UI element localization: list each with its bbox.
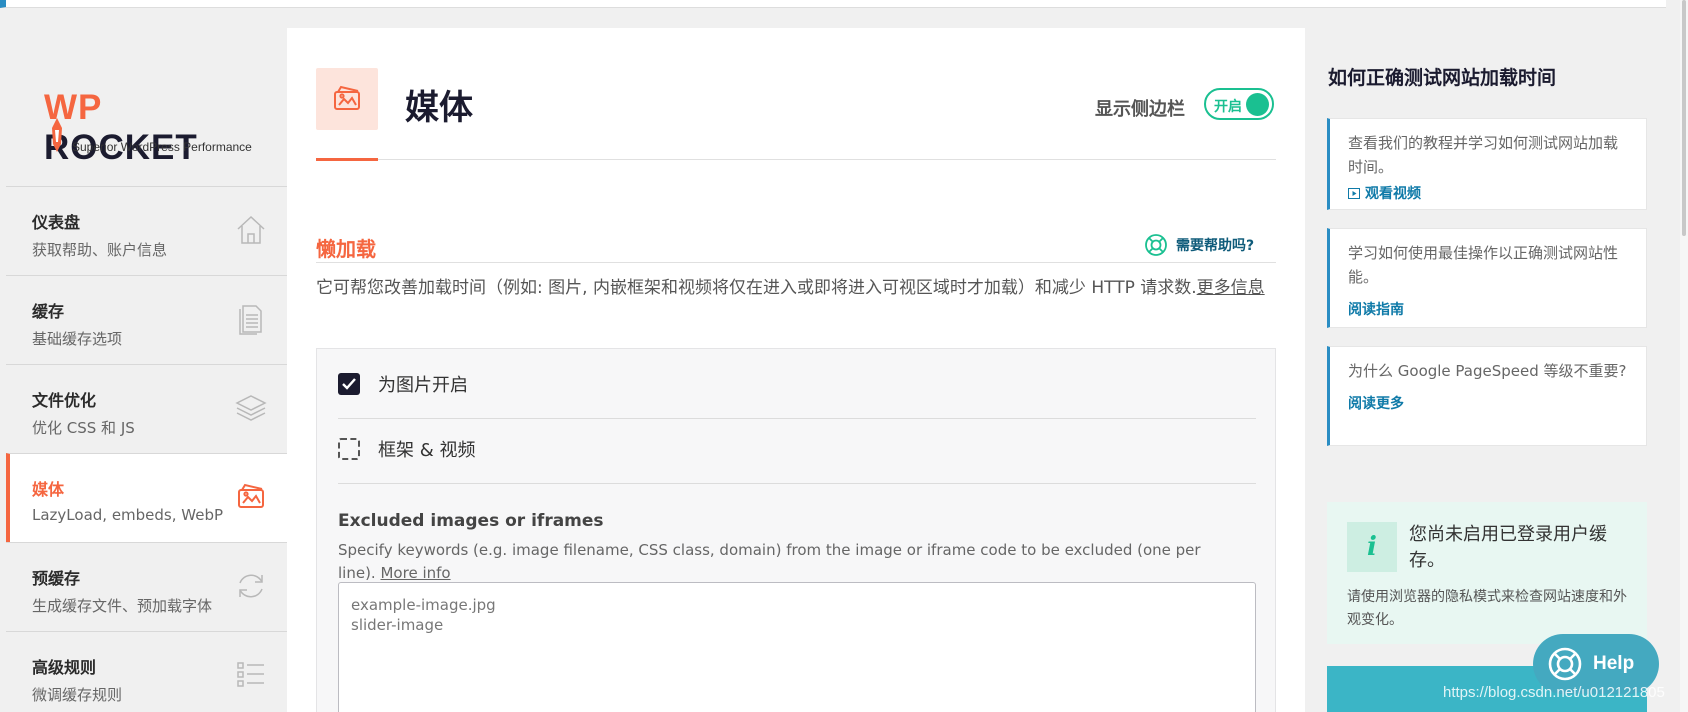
logo-tagline: Superior WordPress Performance	[72, 140, 252, 154]
card-text: 学习如何使用最佳操作以正确测试网站性能。	[1348, 244, 1619, 286]
nav-item-media[interactable]: 媒体 LazyLoad, embeds, WebP	[6, 453, 287, 542]
page-icon	[316, 68, 378, 130]
watch-video-link[interactable]: 观看视频	[1348, 183, 1628, 203]
rocket-icon	[52, 118, 62, 152]
toggle-state: 开启	[1214, 99, 1242, 115]
wp-rocket-logo[interactable]: WP ROCKET Superior WordPress Performance	[40, 66, 260, 167]
layers-icon	[235, 395, 267, 421]
home-icon	[237, 215, 265, 244]
media-icon	[334, 85, 360, 110]
notice-title: 您尚未启用已登录用户缓存。	[1409, 524, 1607, 571]
section-title: 懒加载	[316, 237, 376, 261]
excluded-title: Excluded images or iframes	[338, 511, 604, 531]
excluded-keywords-textarea[interactable]: example-image.jpg slider-image	[338, 582, 1256, 712]
page-title: 媒体	[405, 88, 473, 128]
images-checkbox[interactable]	[338, 372, 360, 395]
section-description: 它可帮您改善加载时间（例如: 图片, 内嵌框架和视频将仅在进入或即将进入可视区域…	[316, 278, 1265, 298]
guide-card: 学习如何使用最佳操作以正确测试网站性能。 阅读指南	[1327, 228, 1647, 328]
lazyload-options-panel: 为图片开启 框架 & 视频 Excluded images or iframes…	[316, 348, 1276, 712]
info-icon: i	[1347, 522, 1397, 572]
sidebar: WP ROCKET Superior WordPress Performance…	[0, 26, 287, 712]
header-divider	[316, 159, 1276, 160]
tutorial-card: 查看我们的教程并学习如何测试网站加载时间。 观看视频	[1327, 118, 1647, 210]
nav-item-advanced-rules[interactable]: 高级规则 微调缓存规则	[6, 631, 287, 712]
iframes-videos-checkbox[interactable]	[338, 437, 360, 460]
section-divider	[316, 262, 1276, 263]
read-guide-link[interactable]: 阅读指南	[1348, 299, 1628, 319]
option-iframes-videos[interactable]: 框架 & 视频	[338, 414, 1256, 484]
nav-item-cache[interactable]: 缓存 基础缓存选项	[6, 275, 287, 364]
lifebuoy-icon	[1548, 647, 1582, 681]
media-icon	[238, 483, 264, 508]
page-scrollbar[interactable]	[1680, 0, 1688, 712]
list-icon	[237, 662, 264, 687]
nav-item-dashboard[interactable]: 仪表盘 获取帮助、账户信息	[6, 186, 287, 275]
more-info-link[interactable]: 更多信息	[1197, 278, 1265, 298]
video-icon	[1348, 187, 1360, 199]
excluded-description: Specify keywords (e.g. image filename, C…	[338, 541, 1201, 582]
help-label: Help	[1593, 653, 1635, 674]
top-bar	[0, 0, 1666, 8]
main-panel: 媒体 显示侧边栏 开启 懒加载 需要帮助吗? 它可帮您改善加载时间（例如: 图片…	[287, 28, 1305, 712]
nav-item-preload[interactable]: 预缓存 生成缓存文件、预加载字体	[6, 542, 287, 631]
main-nav: 仪表盘 获取帮助、账户信息 缓存 基础缓存选项 文件优化 优化 CSS 和 JS…	[6, 186, 287, 712]
logo-title: WP ROCKET	[44, 88, 198, 167]
watermark-text: https://blog.csdn.net/u012121805	[1443, 684, 1665, 701]
need-help-label: 需要帮助吗?	[1176, 238, 1255, 254]
document-icon	[239, 305, 262, 335]
sidebar-toggle-label: 显示侧边栏	[1095, 99, 1185, 120]
check-icon	[342, 377, 356, 390]
pagespeed-card: 为什么 Google PageSpeed 等级不重要? 阅读更多	[1327, 346, 1647, 446]
aside-title: 如何正确测试网站加载时间	[1328, 67, 1557, 89]
nav-item-file-optimization[interactable]: 文件优化 优化 CSS 和 JS	[6, 364, 287, 453]
read-more-link[interactable]: 阅读更多	[1348, 393, 1628, 413]
card-text: 查看我们的教程并学习如何测试网站加载时间。	[1348, 134, 1619, 176]
option-label: 为图片开启	[378, 374, 468, 396]
refresh-icon	[239, 574, 263, 598]
card-text: 为什么 Google PageSpeed 等级不重要?	[1348, 362, 1627, 380]
logged-in-cache-notice: i 您尚未启用已登录用户缓存。 请使用浏览器的隐私模式来检查网站速度和外观变化。	[1327, 502, 1647, 644]
need-help-link[interactable]: 需要帮助吗?	[1144, 233, 1254, 257]
header-divider-accent	[316, 158, 378, 161]
toggle-knob	[1246, 93, 1269, 116]
scrollbar-thumb[interactable]	[1682, 0, 1686, 236]
excluded-more-info-link[interactable]: More info	[380, 564, 450, 582]
lifebuoy-icon	[1145, 234, 1167, 256]
sidebar-toggle[interactable]: 开启	[1204, 88, 1274, 120]
notice-text: 请使用浏览器的隐私模式来检查网站速度和外观变化。	[1347, 589, 1627, 628]
option-label: 框架 & 视频	[378, 439, 476, 461]
option-images[interactable]: 为图片开启	[338, 349, 1256, 419]
